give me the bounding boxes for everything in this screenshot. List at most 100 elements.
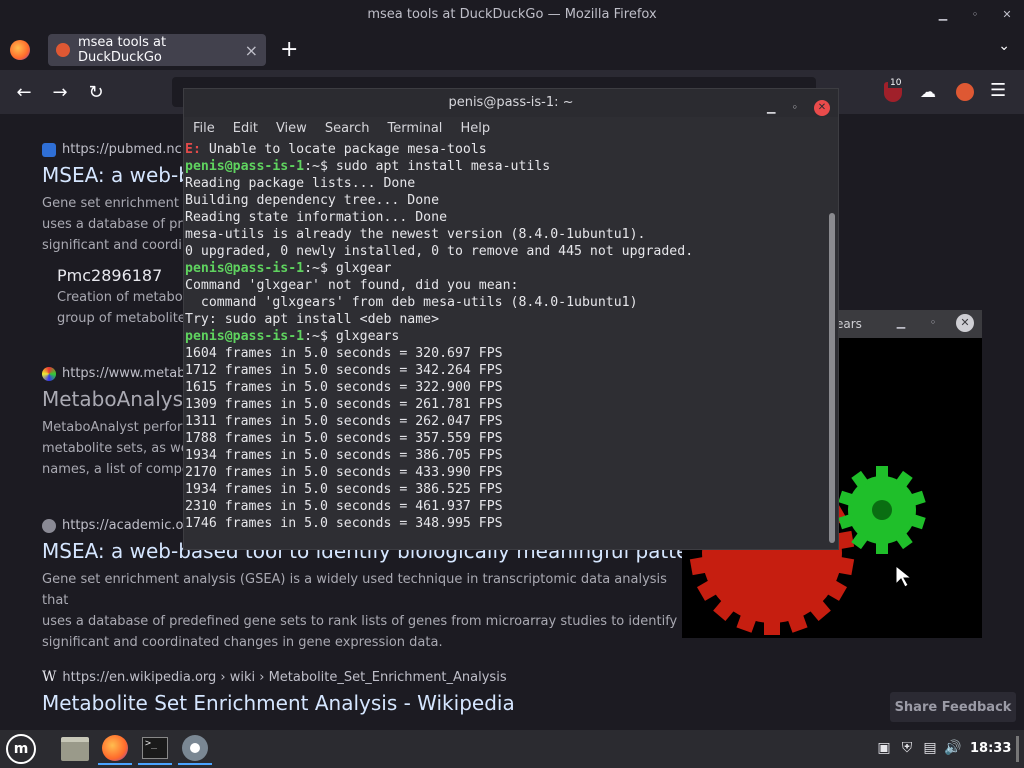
maximize-icon[interactable]: ◦: [924, 314, 942, 332]
terminal-line: Building dependency tree... Done: [185, 192, 825, 209]
terminal-line: 1309 frames in 5.0 seconds = 261.781 FPS: [185, 396, 825, 413]
close-icon[interactable]: ✕: [998, 6, 1016, 24]
output-text: 2170 frames in 5.0 seconds = 433.990 FPS: [185, 465, 503, 480]
result-snippet-line: significant and coordinated changes in g…: [42, 635, 443, 650]
forward-icon[interactable]: →: [48, 80, 72, 104]
result-snippet-line: Gene set enrichment analysis (GSEA) is a…: [42, 572, 667, 608]
terminal-output[interactable]: E: Unable to locate package mesa-tools pe…: [185, 141, 825, 541]
terminal-line: penis@pass-is-1:~$ glxgears: [185, 328, 825, 345]
output-text: Command 'glxgear' not found, did you mea…: [185, 278, 519, 293]
clipboard-icon[interactable]: ▣: [875, 738, 893, 758]
terminal-taskbar-icon[interactable]: >_: [138, 733, 172, 765]
prompt-suffix: :~$: [304, 261, 336, 276]
result-url[interactable]: https://en.wikipedia.org › wiki › Metabo…: [62, 670, 506, 685]
output-text: Reading state information... Done: [185, 210, 448, 225]
output-text: 0 upgraded, 0 newly installed, 0 to remo…: [185, 244, 694, 259]
mouse-cursor-icon: [895, 564, 913, 588]
menu-edit[interactable]: Edit: [233, 117, 258, 141]
glxgears-taskbar-icon[interactable]: [178, 733, 212, 765]
output-text: Building dependency tree... Done: [185, 193, 440, 208]
hamburger-menu-icon[interactable]: ☰: [990, 80, 1006, 101]
firefox-view-icon[interactable]: [10, 40, 30, 60]
close-icon[interactable]: ✕: [814, 100, 830, 116]
output-text: 1934 frames in 5.0 seconds = 386.525 FPS: [185, 482, 503, 497]
clock[interactable]: 18:33: [970, 730, 1011, 768]
terminal-line: mesa-utils is already the newest version…: [185, 226, 825, 243]
tab-duckduckgo[interactable]: msea tools at DuckDuckGo ×: [48, 34, 266, 66]
terminal-titlebar[interactable]: penis@pass-is-1: ~ ▁ ◦ ✕: [184, 89, 838, 117]
window-title: msea tools at DuckDuckGo — Mozilla Firef…: [367, 7, 657, 22]
prompt: penis@pass-is-1: [185, 329, 305, 344]
close-icon[interactable]: ✕: [956, 314, 974, 332]
back-icon[interactable]: ←: [12, 80, 36, 104]
terminal-line: Try: sudo apt install <deb name>: [185, 311, 825, 328]
firefox-taskbar-icon[interactable]: [98, 733, 132, 765]
terminal-line: 1788 frames in 5.0 seconds = 357.559 FPS: [185, 430, 825, 447]
command-text: sudo apt install mesa-utils: [335, 159, 551, 174]
command-text: glxgears: [335, 329, 400, 344]
files-icon[interactable]: [58, 733, 92, 765]
output-text: mesa-utils is already the newest version…: [185, 227, 646, 242]
result-url[interactable]: https://www.metab: [62, 366, 185, 381]
terminal-line: 0 upgraded, 0 newly installed, 0 to remo…: [185, 243, 825, 260]
terminal-line: 2310 frames in 5.0 seconds = 461.937 FPS: [185, 498, 825, 515]
output-text: 1788 frames in 5.0 seconds = 357.559 FPS: [185, 431, 503, 446]
minimize-icon[interactable]: ▁: [934, 6, 952, 24]
firefox-titlebar: msea tools at DuckDuckGo — Mozilla Firef…: [0, 0, 1024, 30]
extension-icon[interactable]: ☁: [920, 82, 936, 101]
prompt-suffix: :~$: [304, 159, 336, 174]
terminal-line: penis@pass-is-1:~$ sudo apt install mesa…: [185, 158, 825, 175]
prompt: penis@pass-is-1: [185, 261, 305, 276]
extension-badge: 10: [888, 78, 904, 88]
prompt-suffix: :~$: [304, 329, 336, 344]
volume-icon[interactable]: 🔊: [944, 738, 962, 758]
list-tabs-chevron-icon[interactable]: ⌄: [998, 38, 1010, 54]
menu-help[interactable]: Help: [460, 117, 490, 141]
pubmed-favicon-icon: [42, 142, 56, 157]
command-text: glxgear: [335, 261, 392, 276]
terminal-scrollbar[interactable]: [829, 213, 835, 543]
output-text: 2310 frames in 5.0 seconds = 461.937 FPS: [185, 499, 503, 514]
terminal-window[interactable]: penis@pass-is-1: ~ ▁ ◦ ✕ File Edit View …: [183, 88, 839, 550]
result-url[interactable]: https://academic.o: [62, 518, 183, 533]
output-text: Try: sudo apt install <deb name>: [185, 312, 440, 327]
search-result[interactable]: Whttps://en.wikipedia.org › wiki › Metab…: [42, 669, 682, 715]
output-text: 1712 frames in 5.0 seconds = 342.264 FPS: [185, 363, 503, 378]
minimize-icon[interactable]: ▁: [892, 314, 910, 332]
glxgears-title: ears: [836, 317, 862, 331]
prompt: penis@pass-is-1: [185, 159, 305, 174]
share-feedback-button[interactable]: Share Feedback: [890, 692, 1016, 722]
terminal-line: Reading package lists... Done: [185, 175, 825, 192]
terminal-line: 1311 frames in 5.0 seconds = 262.047 FPS: [185, 413, 825, 430]
terminal-line: penis@pass-is-1:~$ glxgear: [185, 260, 825, 277]
reload-icon[interactable]: ↻: [84, 80, 108, 104]
wikipedia-favicon-icon: W: [42, 669, 57, 685]
menu-view[interactable]: View: [276, 117, 307, 141]
duckduckgo-extension-icon[interactable]: [956, 83, 974, 101]
result-title[interactable]: Metabolite Set Enrichment Analysis - Wik…: [42, 691, 682, 715]
terminal-line: 1604 frames in 5.0 seconds = 320.697 FPS: [185, 345, 825, 362]
terminal-menubar: File Edit View Search Terminal Help: [184, 117, 838, 141]
terminal-line: Command 'glxgear' not found, did you mea…: [185, 277, 825, 294]
output-text: 1309 frames in 5.0 seconds = 261.781 FPS: [185, 397, 503, 412]
terminal-title: penis@pass-is-1: ~: [448, 95, 574, 110]
terminal-line: 1934 frames in 5.0 seconds = 386.705 FPS: [185, 447, 825, 464]
new-tab-button[interactable]: +: [280, 34, 298, 66]
menu-terminal[interactable]: Terminal: [387, 117, 442, 141]
result-url[interactable]: https://pubmed.nc: [62, 142, 182, 157]
menu-file[interactable]: File: [193, 117, 215, 141]
academic-favicon-icon: [42, 518, 56, 533]
menu-search[interactable]: Search: [325, 117, 370, 141]
mint-menu-icon[interactable]: m: [4, 733, 38, 765]
tab-close-icon[interactable]: ×: [245, 41, 258, 60]
result-snippet-line: uses a database of predefined gene sets …: [42, 614, 678, 629]
tab-bar: msea tools at DuckDuckGo × + ⌄: [0, 30, 1024, 70]
shield-icon[interactable]: ⛨: [898, 738, 916, 758]
network-icon[interactable]: ▤: [921, 738, 939, 758]
maximize-icon[interactable]: ◦: [966, 6, 984, 24]
taskbar: m >_ ▣ ⛨ ▤ 🔊 18:33: [0, 730, 1024, 768]
metaboanalyst-favicon-icon: [42, 366, 56, 381]
show-desktop-button[interactable]: [1016, 736, 1019, 762]
output-text: 1934 frames in 5.0 seconds = 386.705 FPS: [185, 448, 503, 463]
error-prefix: E:: [185, 142, 201, 157]
